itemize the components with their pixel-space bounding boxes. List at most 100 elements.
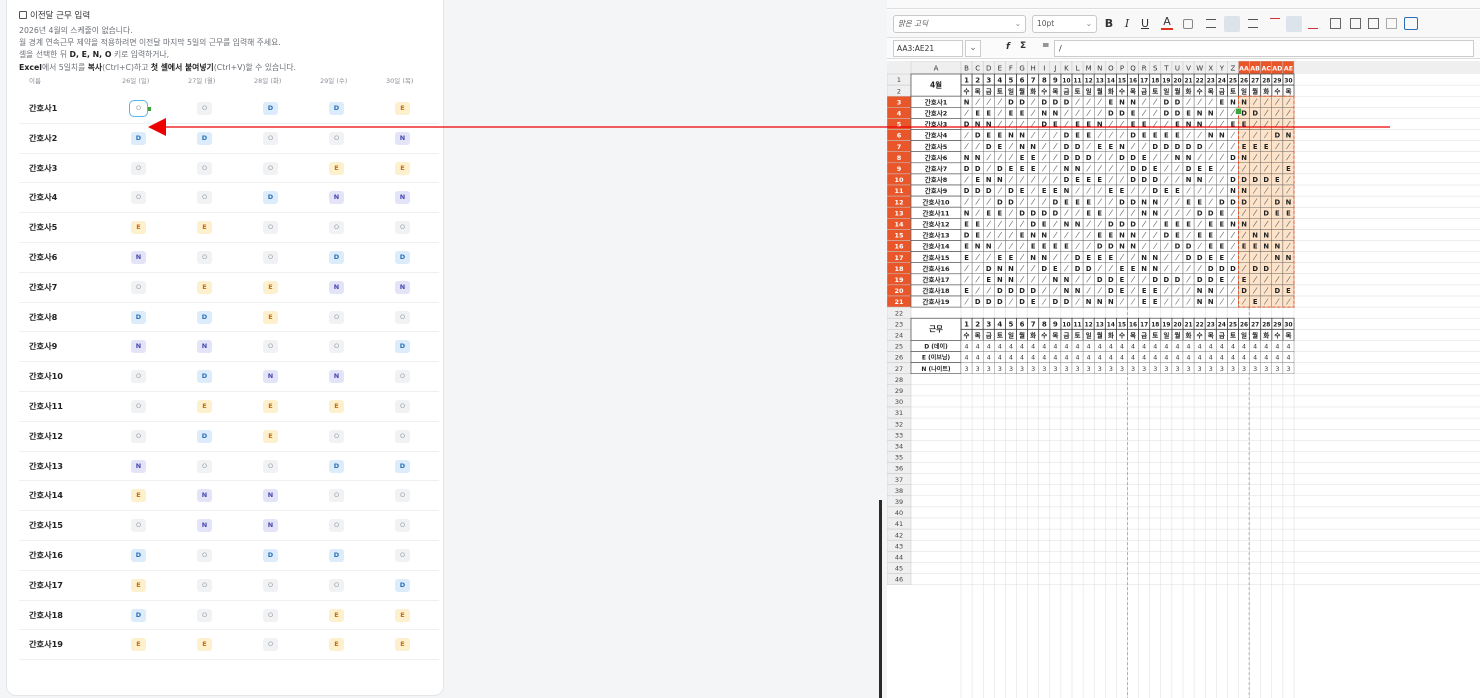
shift-cell[interactable]: E xyxy=(329,399,344,413)
shift-cell[interactable]: O xyxy=(395,519,410,533)
highlight-icon[interactable] xyxy=(1183,19,1193,29)
shift-cell[interactable]: E xyxy=(395,638,410,652)
shift-cell[interactable]: N xyxy=(197,489,212,503)
shift-cell[interactable]: D xyxy=(329,459,344,473)
shift-cell[interactable]: O xyxy=(329,340,344,354)
shift-cell[interactable]: O xyxy=(395,310,410,324)
shift-cell[interactable]: N xyxy=(395,280,410,294)
shift-cell[interactable]: O xyxy=(263,638,278,652)
name-box[interactable]: AA3:AE21 xyxy=(893,40,963,57)
shift-cell[interactable]: O xyxy=(329,519,344,533)
shift-cell[interactable]: D xyxy=(197,370,212,384)
shift-cell[interactable]: E xyxy=(197,280,212,294)
shift-cell[interactable]: N xyxy=(131,340,146,354)
shift-cell[interactable]: E xyxy=(263,280,278,294)
shift-cell[interactable]: E xyxy=(395,608,410,622)
shift-cell[interactable]: E xyxy=(131,489,146,503)
cell-style-icon[interactable] xyxy=(1386,18,1397,29)
shift-cell[interactable]: O xyxy=(197,578,212,592)
shift-cell[interactable]: D xyxy=(395,459,410,473)
align-left-icon[interactable] xyxy=(1206,19,1216,28)
shift-cell[interactable]: O xyxy=(395,548,410,562)
shift-cell[interactable]: O xyxy=(395,399,410,413)
font-size-select[interactable]: 10pt ⌄ xyxy=(1032,15,1097,33)
name-box-dropdown-icon[interactable]: ⌄ xyxy=(965,40,981,57)
shift-cell[interactable]: D xyxy=(395,340,410,354)
shift-cell[interactable]: O xyxy=(263,250,278,264)
shift-cell[interactable]: N xyxy=(395,131,410,145)
italic-button[interactable]: I xyxy=(1121,17,1133,30)
shift-cell[interactable]: N xyxy=(329,191,344,205)
formula-input[interactable]: / xyxy=(1054,40,1474,57)
conditional-format-icon[interactable] xyxy=(1404,17,1418,30)
shift-cell[interactable]: D xyxy=(131,608,146,622)
shift-cell[interactable]: O xyxy=(197,608,212,622)
shift-cell[interactable]: O xyxy=(395,221,410,235)
shift-cell[interactable]: E xyxy=(197,399,212,413)
sum-icon[interactable]: Σ xyxy=(1020,41,1026,51)
borders-icon[interactable] xyxy=(1368,18,1379,29)
formula-icon[interactable]: = xyxy=(1042,41,1050,51)
shift-cell[interactable]: E xyxy=(197,221,212,235)
valign-top-icon[interactable] xyxy=(1270,18,1280,29)
fill-handle[interactable] xyxy=(1235,108,1242,115)
shift-cell[interactable]: E xyxy=(131,578,146,592)
shift-cell[interactable]: N xyxy=(197,340,212,354)
shift-cell[interactable]: N xyxy=(131,459,146,473)
shift-cell[interactable]: O xyxy=(131,191,146,205)
shift-cell[interactable]: E xyxy=(395,102,410,115)
align-center-icon[interactable] xyxy=(1224,16,1240,32)
shift-cell[interactable]: N xyxy=(263,519,278,533)
shift-cell[interactable]: D xyxy=(263,191,278,205)
shift-cell[interactable]: E xyxy=(263,310,278,324)
shift-cell[interactable]: O xyxy=(263,578,278,592)
underline-button[interactable]: U xyxy=(1139,17,1151,30)
shift-cell[interactable]: E xyxy=(197,638,212,652)
function-wizard-icon[interactable]: f xyxy=(1006,42,1010,52)
shift-cell[interactable]: E xyxy=(395,161,410,175)
shift-cell[interactable]: E xyxy=(131,221,146,235)
bold-button[interactable]: B xyxy=(1103,17,1115,30)
valign-middle-icon[interactable] xyxy=(1286,16,1302,32)
shift-cell[interactable]: D xyxy=(263,548,278,562)
shift-cell[interactable]: O xyxy=(131,429,146,443)
shift-cell[interactable]: N xyxy=(263,370,278,384)
shift-cell[interactable]: O xyxy=(131,519,146,533)
shift-cell[interactable]: E xyxy=(329,638,344,652)
shift-cell[interactable]: O xyxy=(329,221,344,235)
shift-cell[interactable]: D xyxy=(197,429,212,443)
merge-cells-icon[interactable] xyxy=(1350,18,1361,29)
shift-cell[interactable]: O xyxy=(131,280,146,294)
shift-cell[interactable]: D xyxy=(329,102,344,115)
shift-cell[interactable]: O xyxy=(131,399,146,413)
shift-cell[interactable]: O xyxy=(263,221,278,235)
shift-cell[interactable]: O xyxy=(395,370,410,384)
shift-cell[interactable]: D xyxy=(395,250,410,264)
shift-cell[interactable]: O xyxy=(329,578,344,592)
sheet-grid[interactable]: A B C D E F G H I J K L M N O P Q R S T U V W X Y Z AA AB AC AD AE 1 2 3 4… xyxy=(887,60,1480,698)
align-right-icon[interactable] xyxy=(1248,19,1258,28)
shift-cell[interactable]: N xyxy=(395,191,410,205)
shift-cell[interactable]: O xyxy=(129,100,148,117)
shift-cell[interactable]: N xyxy=(131,250,146,264)
shift-cell[interactable]: O xyxy=(197,191,212,205)
shift-cell[interactable]: O xyxy=(263,340,278,354)
shift-cell[interactable]: N xyxy=(197,519,212,533)
shift-cell[interactable]: D xyxy=(197,310,212,324)
shift-cell[interactable]: D xyxy=(329,250,344,264)
font-name-select[interactable]: 맑은 고딕 ⌄ xyxy=(893,15,1026,33)
shift-cell[interactable]: E xyxy=(263,399,278,413)
shift-cell[interactable]: O xyxy=(329,310,344,324)
shift-cell[interactable]: O xyxy=(329,131,344,145)
font-color-button[interactable]: A xyxy=(1161,16,1173,30)
shift-cell[interactable]: D xyxy=(263,102,278,115)
shift-cell[interactable]: O xyxy=(197,548,212,562)
shift-cell[interactable]: O xyxy=(197,459,212,473)
shift-cell[interactable]: N xyxy=(263,489,278,503)
shift-cell[interactable]: D xyxy=(197,131,212,145)
shift-cell[interactable]: O xyxy=(329,429,344,443)
shift-cell[interactable]: D xyxy=(329,548,344,562)
shift-cell[interactable]: E xyxy=(329,161,344,175)
shift-cell[interactable]: E xyxy=(329,608,344,622)
shift-cell[interactable]: D xyxy=(131,548,146,562)
